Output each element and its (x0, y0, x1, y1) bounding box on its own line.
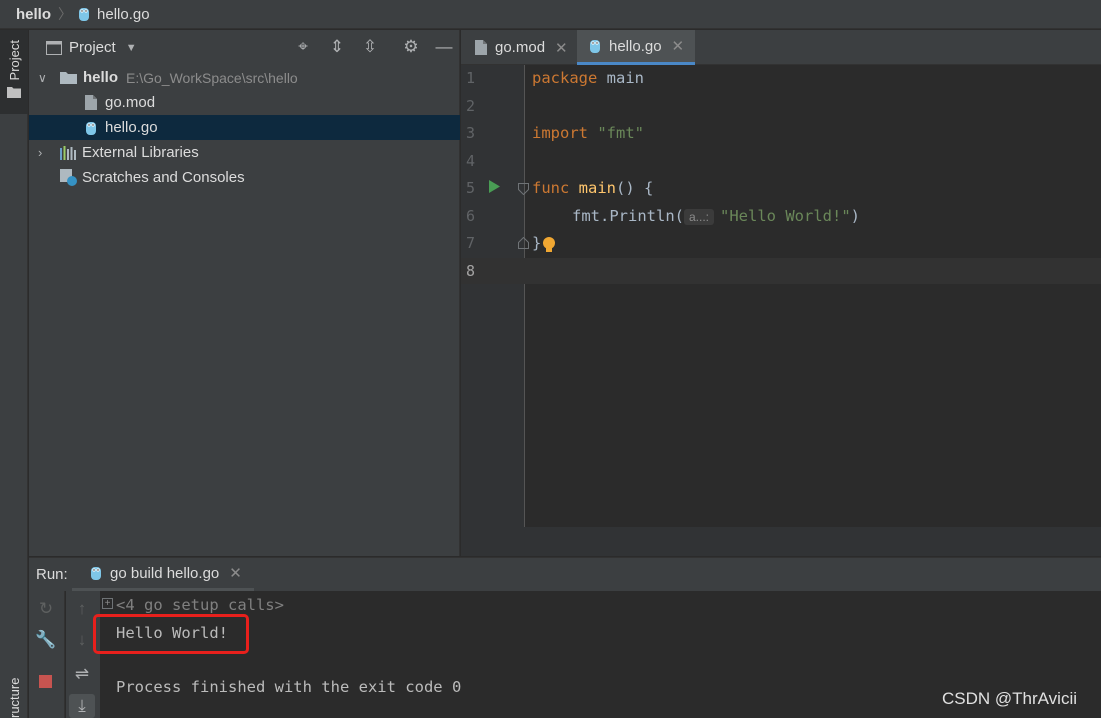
navigation-bar: hello 〉 hello.go (0, 0, 1101, 29)
fold-icon[interactable] (518, 236, 529, 253)
fold-icon[interactable] (518, 182, 529, 199)
keyword-token: import (532, 124, 588, 142)
tab-label: go.mod (495, 39, 546, 56)
structure-tool-window-button[interactable]: ructure (0, 662, 28, 718)
function-token: main (578, 179, 616, 197)
folder-icon (60, 71, 77, 84)
annotation-highlight-box (93, 614, 249, 654)
code-line-1: package main (532, 69, 644, 87)
run-tab-label: go build hello.go (110, 564, 220, 582)
code-line-6: fmt.Println(a...: "Hello World!") (572, 207, 860, 225)
line-number: 1 (466, 69, 476, 87)
console-setup-calls[interactable]: <4 go setup calls> (116, 596, 284, 614)
watermark-text: CSDN @ThrAvicii (942, 689, 1078, 708)
tree-root-name: hello (83, 69, 119, 86)
string-token: "fmt" (597, 124, 645, 142)
gear-icon[interactable]: ⚙ (400, 36, 422, 58)
hide-icon[interactable]: — (433, 36, 455, 58)
tree-item-go-mod[interactable]: go.mod (29, 90, 460, 115)
arrow-up-icon[interactable]: ↑ (71, 598, 93, 620)
go-file-icon (589, 38, 601, 54)
tree-item-label: hello.go (105, 119, 158, 136)
code-token: () { (616, 179, 654, 197)
close-icon[interactable]: ✕ (555, 39, 568, 57)
breadcrumb-root[interactable]: hello (16, 6, 51, 23)
code-line-5: func main() { (532, 179, 653, 197)
code-line-3: import "fmt" (532, 124, 644, 142)
run-toolbar-primary: ↻ 🔧 (29, 591, 65, 718)
run-toolbar-secondary: ↑ ↓ ⇌ ⤓ (66, 591, 100, 718)
tree-item-external-libraries[interactable]: › External Libraries (29, 140, 460, 165)
close-icon[interactable]: ✕ (672, 37, 685, 55)
keyword-token: package (532, 69, 598, 87)
project-view-icon (46, 40, 62, 55)
soft-wrap-icon[interactable]: ⇌ (71, 663, 93, 685)
structure-tab-label: ructure (6, 677, 22, 718)
code-token: fmt.Println( (572, 207, 684, 225)
run-configuration-tab[interactable]: go build hello.go ✕ (72, 558, 254, 591)
editor-tab-bar: go.mod ✕ hello.go ✕ (461, 30, 1101, 65)
project-tab-label: Project (6, 40, 22, 81)
editor-bottom-area (461, 527, 1101, 556)
go-file-icon (78, 6, 90, 22)
line-number: 3 (466, 124, 476, 142)
tree-item-label: External Libraries (82, 144, 199, 161)
string-token: "Hello World!" (720, 207, 851, 225)
code-token: } (532, 234, 542, 252)
tree-item-label: go.mod (105, 94, 156, 111)
keyword-token: func (532, 179, 570, 197)
file-icon (85, 95, 97, 110)
rerun-icon[interactable]: ↻ (35, 598, 57, 620)
wrench-icon[interactable]: 🔧 (35, 629, 57, 651)
expand-all-icon[interactable]: ⇕ (326, 36, 348, 58)
tab-label: hello.go (609, 37, 662, 55)
run-panel-label: Run: (36, 566, 68, 583)
code-line-7: } (532, 234, 541, 252)
chevron-right-icon[interactable]: › (38, 145, 52, 160)
breadcrumb-file[interactable]: hello.go (97, 6, 150, 23)
libraries-icon (60, 145, 77, 160)
caret-row-highlight (461, 258, 1101, 284)
tree-root-path: E:\Go_WorkSpace\src\hello (126, 69, 298, 86)
run-gutter-icon[interactable] (489, 180, 500, 197)
tab-go-mod[interactable]: go.mod ✕ (469, 30, 580, 65)
tree-item-label: Scratches and Consoles (82, 169, 245, 186)
project-panel-header: Project ▼ ⌖ ⇕ ⇳ ⚙ — (29, 30, 460, 65)
collapse-all-icon[interactable]: ⇳ (359, 36, 381, 58)
line-number: 6 (466, 207, 476, 225)
tree-item-hello-folder[interactable]: ∨ hello E:\Go_WorkSpace\src\hello (29, 65, 460, 90)
line-number: 2 (466, 97, 476, 115)
console-process-finished: Process finished with the exit code 0 (116, 678, 462, 696)
parameter-hint: a...: (683, 209, 714, 225)
tree-item-hello-go[interactable]: hello.go (29, 115, 460, 140)
project-tool-window-button[interactable]: Project (0, 30, 28, 114)
folder-icon (7, 86, 21, 99)
line-number: 7 (466, 234, 476, 252)
left-tool-strip (0, 30, 28, 718)
scroll-to-end-icon[interactable]: ⤓ (69, 694, 95, 718)
tab-hello-go[interactable]: hello.go ✕ (577, 30, 695, 65)
locate-icon[interactable]: ⌖ (292, 36, 314, 58)
chevron-down-icon[interactable]: ∨ (38, 71, 52, 85)
close-icon[interactable]: ✕ (229, 564, 242, 582)
tree-item-scratches[interactable]: Scratches and Consoles (29, 165, 460, 190)
scratches-icon (60, 168, 78, 187)
code-token: main (597, 69, 644, 87)
go-file-icon (90, 565, 102, 581)
line-number: 8 (466, 262, 476, 280)
code-token: ) (850, 207, 860, 225)
arrow-down-icon[interactable]: ↓ (71, 629, 93, 651)
project-view-title[interactable]: Project (69, 39, 116, 56)
line-number: 4 (466, 152, 476, 170)
expand-icon[interactable]: + (102, 598, 113, 609)
chevron-down-icon[interactable]: ▼ (126, 42, 137, 54)
line-number: 5 (466, 179, 476, 197)
file-icon (475, 40, 487, 55)
breadcrumb-separator: 〉 (58, 6, 73, 22)
stop-icon[interactable] (39, 675, 52, 688)
go-file-icon (85, 120, 97, 136)
lightbulb-icon[interactable] (542, 236, 556, 258)
